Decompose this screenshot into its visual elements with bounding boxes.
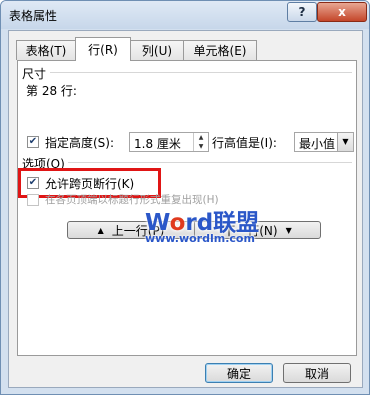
title-bar: 表格属性 ? x — [1, 1, 369, 29]
down-arrow-icon: ▼ — [285, 225, 292, 235]
height-spinner[interactable]: 1.8 厘米 ▲ ▼ — [129, 132, 209, 152]
tab-row[interactable]: 行(R) — [75, 37, 131, 61]
close-icon: x — [338, 5, 346, 19]
checkmark-icon: ✔ — [28, 136, 38, 147]
spinner-arrows[interactable]: ▲ ▼ — [193, 133, 208, 151]
cancel-button[interactable]: 取消 — [283, 363, 351, 383]
dropdown-arrow-icon[interactable]: ▼ — [337, 133, 353, 151]
table-properties-dialog: 表格属性 ? x 表格(T) 行(R) 列(U) 单元格(E) 尺寸 第 28 … — [0, 0, 370, 395]
row-height-rule-value: 最小值 — [299, 137, 336, 151]
specify-height-label: 指定高度(S): — [45, 136, 115, 150]
height-value: 1.8 厘米 — [134, 137, 181, 151]
cancel-label: 取消 — [304, 366, 329, 381]
ok-button[interactable]: 确定 — [205, 363, 273, 383]
close-button[interactable]: x — [317, 2, 367, 22]
dialog-title: 表格属性 — [9, 9, 58, 23]
tab-table[interactable]: 表格(T) — [16, 40, 76, 60]
row-tab-panel: 尺寸 第 28 行: ✔ 指定高度(S): 1.8 厘米 ▲ ▼ 行高值是(I)… — [17, 60, 357, 356]
tab-row-label: 行(R) — [88, 43, 118, 57]
spin-up-icon[interactable]: ▲ — [194, 133, 208, 142]
dialog-client-area: 表格(T) 行(R) 列(U) 单元格(E) 尺寸 第 28 行: ✔ 指定高度… — [8, 30, 363, 388]
size-separator — [50, 72, 352, 73]
repeat-header-checkbox[interactable] — [27, 194, 39, 206]
tab-table-label: 表格(T) — [25, 44, 67, 58]
tab-column[interactable]: 列(U) — [130, 40, 184, 60]
spin-down-icon[interactable]: ▼ — [194, 142, 208, 151]
row-height-is-label: 行高值是(I): — [212, 136, 277, 150]
specify-height-checkbox[interactable]: ✔ — [27, 136, 39, 148]
help-button[interactable]: ? — [287, 2, 317, 22]
tab-cell[interactable]: 单元格(E) — [183, 40, 257, 60]
tab-column-label: 列(U) — [141, 44, 173, 58]
row-height-rule-select[interactable]: 最小值 ▼ — [294, 132, 354, 152]
up-arrow-icon: ▲ — [97, 225, 104, 235]
size-section-heading: 尺寸 — [22, 67, 47, 81]
watermark-url: www.wordlm.com — [145, 232, 255, 245]
tab-cell-label: 单元格(E) — [193, 44, 247, 58]
options-separator — [68, 162, 352, 163]
row-number-label: 第 28 行: — [26, 84, 77, 98]
ok-label: 确定 — [226, 366, 251, 381]
help-icon: ? — [298, 5, 306, 19]
